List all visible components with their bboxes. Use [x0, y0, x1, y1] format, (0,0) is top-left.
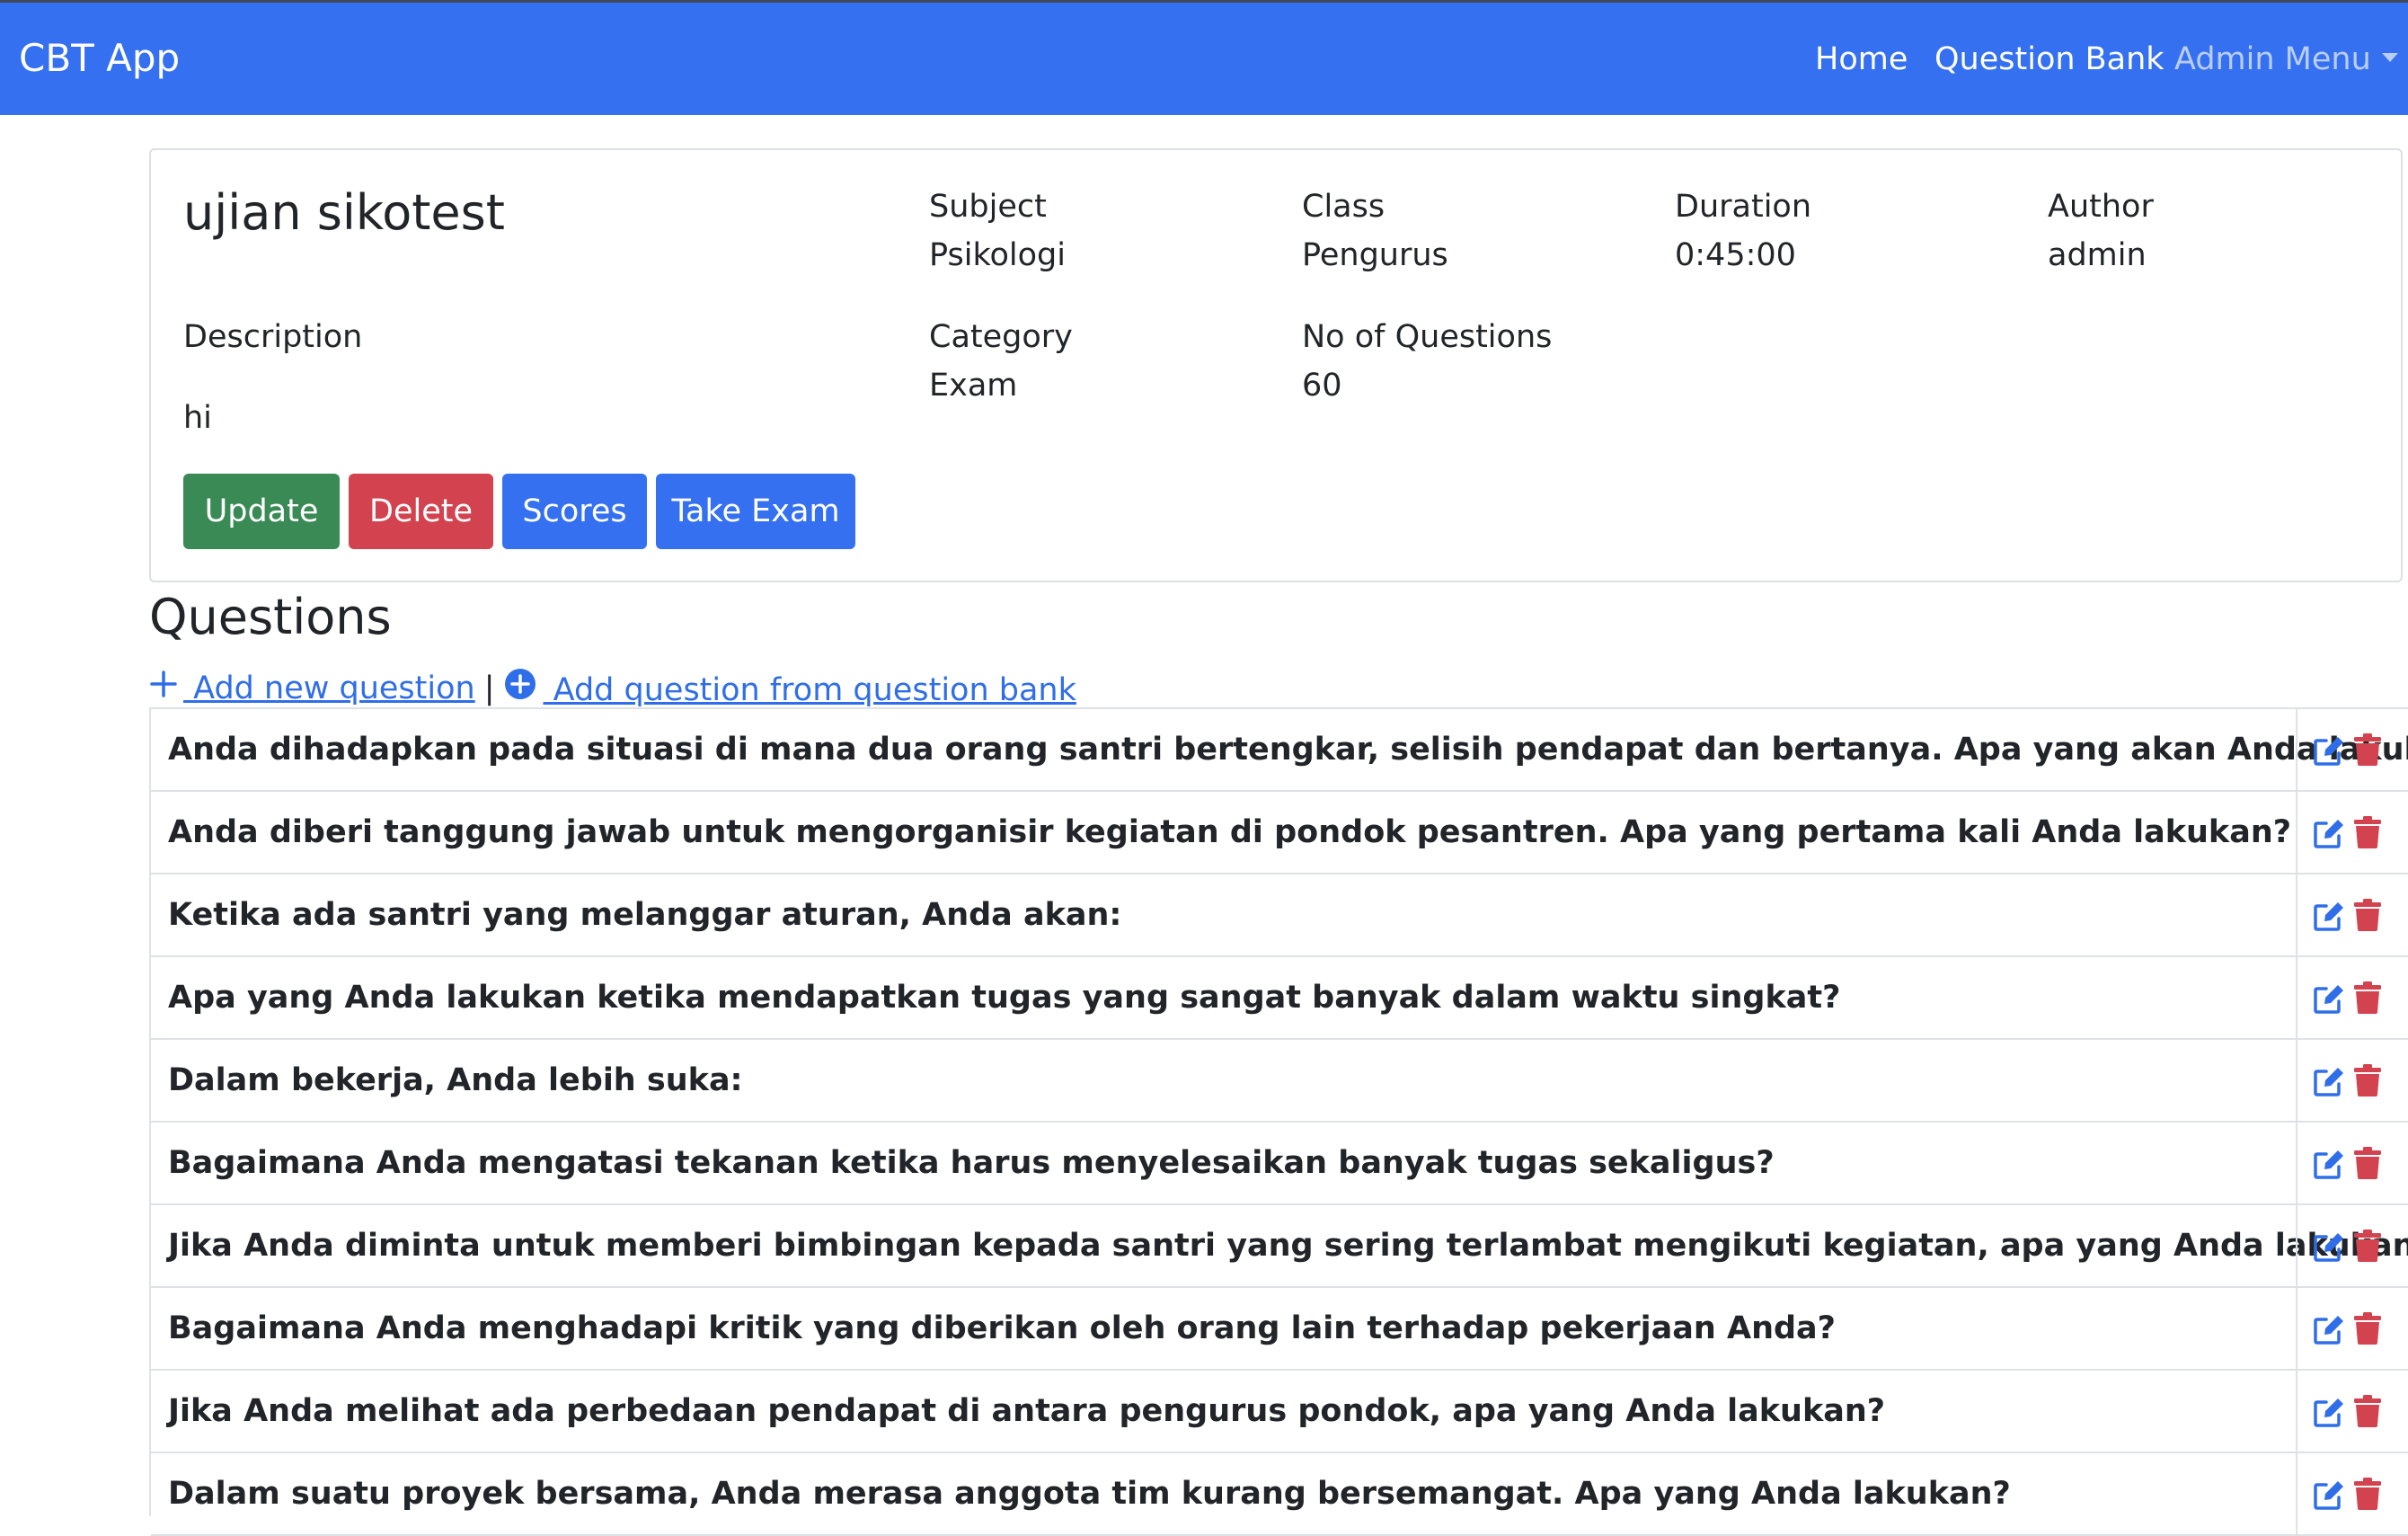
row-actions — [2296, 792, 2408, 873]
trash-icon[interactable] — [2353, 1311, 2382, 1345]
trash-icon[interactable] — [2353, 898, 2382, 932]
edit-icon[interactable] — [2312, 1230, 2346, 1264]
trash-icon[interactable] — [2353, 1229, 2382, 1263]
trash-icon[interactable] — [2353, 1146, 2382, 1180]
nav-question-bank[interactable]: Question Bank — [1934, 41, 2165, 77]
question-text: Ketika ada santri yang melanggar aturan,… — [168, 897, 1122, 933]
question-text: Dalam bekerja, Anda lebih suka: — [168, 1062, 743, 1098]
duration-label: Duration — [1675, 189, 1812, 225]
question-add-links: Add new question | Add question from que… — [149, 668, 1076, 708]
description-label: Description — [183, 319, 363, 355]
author-value: admin — [2048, 237, 2147, 273]
update-button[interactable]: Update — [183, 474, 340, 549]
question-text: Apa yang Anda lakukan ketika mendapatkan… — [168, 980, 1841, 1016]
question-text: Jika Anda diminta untuk memberi bimbinga… — [168, 1228, 2408, 1264]
num-questions-label: No of Questions — [1302, 319, 1553, 355]
category-value: Exam — [929, 368, 1018, 404]
circle-plus-icon — [504, 669, 536, 699]
subject-label: Subject — [929, 189, 1047, 225]
nav-home[interactable]: Home — [1815, 41, 1908, 77]
class-label: Class — [1302, 189, 1385, 225]
class-value: Pengurus — [1302, 237, 1448, 273]
trash-icon[interactable] — [2353, 1063, 2382, 1097]
table-row: Dalam bekerja, Anda lebih suka: — [151, 1040, 2408, 1123]
trash-icon[interactable] — [2353, 981, 2382, 1015]
chevron-down-icon — [2381, 53, 2398, 62]
add-from-bank-label: Add question from question bank — [543, 672, 1076, 708]
num-questions-value: 60 — [1302, 368, 1342, 404]
edit-icon[interactable] — [2312, 899, 2346, 933]
question-text: Anda dihadapkan pada situasi di mana dua… — [168, 732, 2408, 768]
add-from-bank-link[interactable]: Add question from question bank — [504, 668, 1076, 708]
table-row: Apa yang Anda lakukan ketika mendapatkan… — [151, 957, 2408, 1040]
trash-icon[interactable] — [2353, 815, 2382, 849]
row-actions — [2296, 709, 2408, 790]
table-row: Bagaimana Anda menghadapi kritik yang di… — [151, 1288, 2408, 1371]
table-row: Anda diberi tanggung jawab untuk mengorg… — [151, 792, 2408, 875]
row-actions — [2296, 957, 2408, 1038]
question-text: Bagaimana Anda mengatasi tekanan ketika … — [168, 1145, 1775, 1181]
row-actions — [2296, 1205, 2408, 1286]
row-actions — [2296, 1453, 2408, 1534]
edit-icon[interactable] — [2312, 733, 2346, 768]
category-label: Category — [929, 319, 1073, 355]
table-row: Anda dihadapkan pada situasi di mana dua… — [151, 709, 2408, 792]
table-row: Bagaimana Anda mengatasi tekanan ketika … — [151, 1123, 2408, 1205]
description-value: hi — [183, 400, 212, 436]
question-text: Bagaimana Anda menghadapi kritik yang di… — [168, 1310, 1836, 1346]
row-actions — [2296, 1288, 2408, 1369]
take-exam-button[interactable]: Take Exam — [656, 474, 855, 549]
edit-icon[interactable] — [2312, 981, 2346, 1016]
plus-icon — [150, 670, 177, 697]
trash-icon[interactable] — [2353, 732, 2382, 767]
admin-menu-label: Admin Menu — [2174, 41, 2371, 77]
row-actions — [2296, 875, 2408, 955]
delete-button[interactable]: Delete — [349, 474, 493, 549]
edit-icon[interactable] — [2312, 1064, 2346, 1098]
edit-icon[interactable] — [2312, 1478, 2346, 1512]
row-actions — [2296, 1040, 2408, 1121]
question-text: Jika Anda melihat ada perbedaan pendapat… — [168, 1393, 1886, 1429]
question-text: Anda diberi tanggung jawab untuk mengorg… — [168, 814, 2292, 850]
duration-value: 0:45:00 — [1675, 237, 1796, 273]
table-row: Ketika ada santri yang melanggar aturan,… — [151, 875, 2408, 957]
edit-icon[interactable] — [2312, 1395, 2346, 1429]
add-new-question-label: Add new question — [183, 670, 475, 706]
question-text: Dalam suatu proyek bersama, Anda merasa … — [168, 1476, 2011, 1512]
navbar: CBT App Home Question Bank Admin Menu — [0, 3, 2408, 115]
questions-heading: Questions — [149, 589, 392, 645]
scores-button[interactable]: Scores — [502, 474, 647, 549]
exam-title: ujian sikotest — [183, 184, 505, 241]
edit-icon[interactable] — [2312, 1147, 2346, 1181]
row-actions — [2296, 1371, 2408, 1452]
subject-value: Psikologi — [929, 237, 1066, 273]
trash-icon[interactable] — [2353, 1477, 2382, 1511]
nav-admin-menu[interactable]: Admin Menu — [2174, 41, 2398, 77]
questions-table: Anda dihadapkan pada situasi di mana dua… — [149, 707, 2408, 1536]
trash-icon[interactable] — [2353, 1394, 2382, 1428]
row-actions — [2296, 1123, 2408, 1203]
link-separator: | — [483, 670, 495, 706]
edit-icon[interactable] — [2312, 1312, 2346, 1346]
edit-icon[interactable] — [2312, 816, 2346, 850]
table-row: Jika Anda diminta untuk memberi bimbinga… — [151, 1205, 2408, 1288]
table-row: Jika Anda melihat ada perbedaan pendapat… — [151, 1371, 2408, 1453]
add-new-question-link[interactable]: Add new question — [149, 670, 475, 706]
table-row: Dalam suatu proyek bersama, Anda merasa … — [151, 1453, 2408, 1536]
brand-link[interactable]: CBT App — [19, 36, 180, 80]
author-label: Author — [2048, 189, 2154, 225]
